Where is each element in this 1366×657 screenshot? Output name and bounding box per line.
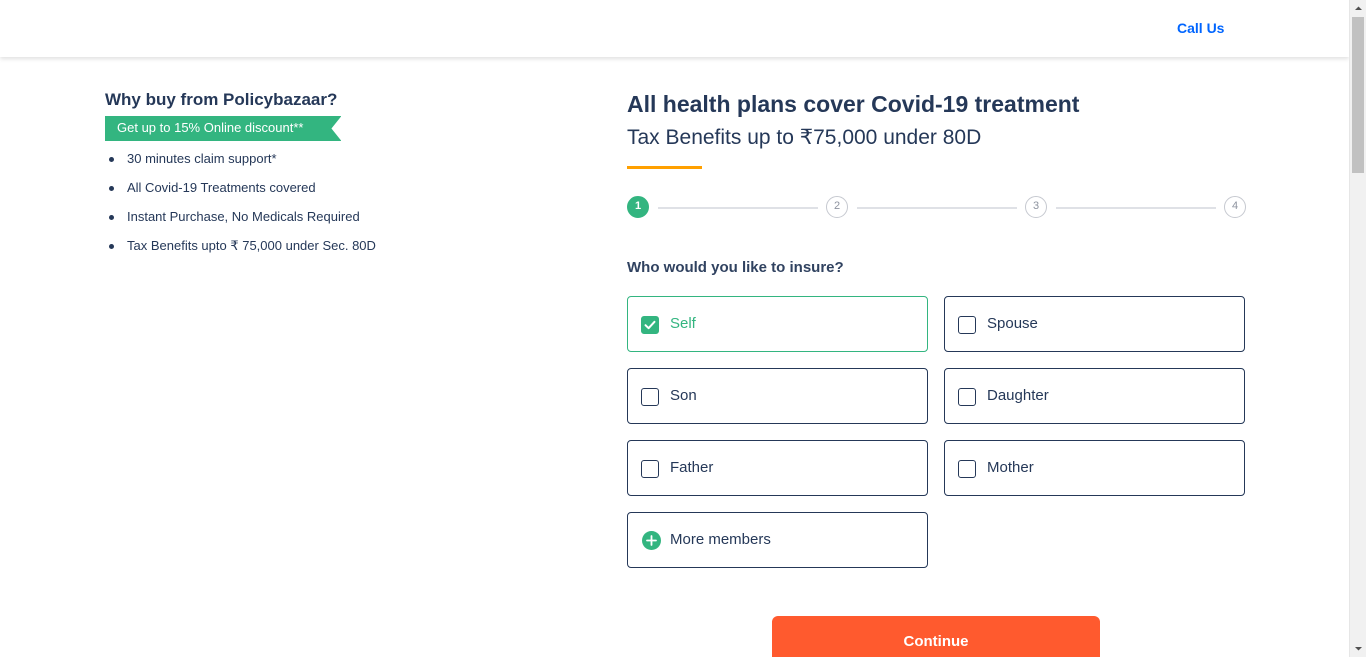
scroll-up-arrow-icon[interactable] xyxy=(1350,0,1366,17)
bullet-icon xyxy=(109,244,114,249)
vertical-scrollbar[interactable] xyxy=(1349,0,1366,657)
step-connector xyxy=(857,207,1017,209)
insure-question: Who would you like to insure? xyxy=(627,259,844,276)
member-option-mother[interactable]: Mother xyxy=(944,440,1245,496)
title-underline xyxy=(627,166,702,169)
member-label: Spouse xyxy=(987,315,1038,332)
scrollbar-thumb[interactable] xyxy=(1352,17,1364,173)
checkbox-checked-icon[interactable] xyxy=(641,316,659,334)
more-members-button[interactable]: More members xyxy=(627,512,928,568)
continue-button[interactable]: Continue xyxy=(772,616,1100,657)
checkbox-icon[interactable] xyxy=(641,460,659,478)
benefit-text: Instant Purchase, No Medicals Required xyxy=(127,209,360,224)
checkbox-icon[interactable] xyxy=(958,388,976,406)
insure-form: All health plans cover Covid-19 treatmen… xyxy=(627,88,1247,568)
discount-ribbon: Get up to 15% Online discount** xyxy=(105,116,341,141)
member-label: Father xyxy=(670,459,714,476)
benefit-item: Tax Benefits upto ₹ 75,000 under Sec. 80… xyxy=(105,234,545,263)
benefit-text: Tax Benefits upto ₹ 75,000 under Sec. 80… xyxy=(127,238,376,253)
why-buy-title: Why buy from Policybazaar? xyxy=(105,90,338,109)
member-option-self[interactable]: Self xyxy=(627,296,928,352)
step-2: 2 xyxy=(826,196,848,218)
checkbox-icon[interactable] xyxy=(958,460,976,478)
step-4: 4 xyxy=(1224,196,1246,218)
bullet-icon xyxy=(109,186,114,191)
member-label: Daughter xyxy=(987,387,1049,404)
benefits-list: 30 minutes claim support* All Covid-19 T… xyxy=(105,147,545,263)
why-buy-section: Why buy from Policybazaar? Get up to 15%… xyxy=(105,90,545,263)
benefit-text: 30 minutes claim support* xyxy=(127,151,277,166)
benefit-text: All Covid-19 Treatments covered xyxy=(127,180,316,195)
benefit-item: All Covid-19 Treatments covered xyxy=(105,176,545,205)
member-option-son[interactable]: Son xyxy=(627,368,928,424)
step-1: 1 xyxy=(627,196,649,218)
progress-stepper: 1 2 3 4 xyxy=(627,196,1247,220)
step-3: 3 xyxy=(1025,196,1047,218)
bullet-icon xyxy=(109,157,114,162)
checkbox-icon[interactable] xyxy=(641,388,659,406)
checkbox-icon[interactable] xyxy=(958,316,976,334)
call-us-link[interactable]: Call Us xyxy=(1177,20,1224,36)
page: Call Us Why buy from Policybazaar? Get u… xyxy=(0,0,1366,657)
member-label: Mother xyxy=(987,459,1034,476)
top-header: Call Us xyxy=(0,0,1349,57)
member-option-spouse[interactable]: Spouse xyxy=(944,296,1245,352)
member-option-daughter[interactable]: Daughter xyxy=(944,368,1245,424)
member-option-father[interactable]: Father xyxy=(627,440,928,496)
member-label: Self xyxy=(670,315,696,332)
page-title: All health plans cover Covid-19 treatmen… xyxy=(627,91,1080,117)
step-connector xyxy=(1056,207,1216,209)
plus-circle-icon xyxy=(642,531,661,550)
more-members-label: More members xyxy=(670,531,771,548)
page-subtitle: Tax Benefits up to ₹75,000 under 80D xyxy=(627,126,982,149)
scroll-down-arrow-icon[interactable] xyxy=(1350,640,1366,657)
benefit-item: Instant Purchase, No Medicals Required xyxy=(105,205,545,234)
member-label: Son xyxy=(670,387,697,404)
step-connector xyxy=(658,207,818,209)
bullet-icon xyxy=(109,215,114,220)
benefit-item: 30 minutes claim support* xyxy=(105,147,545,176)
